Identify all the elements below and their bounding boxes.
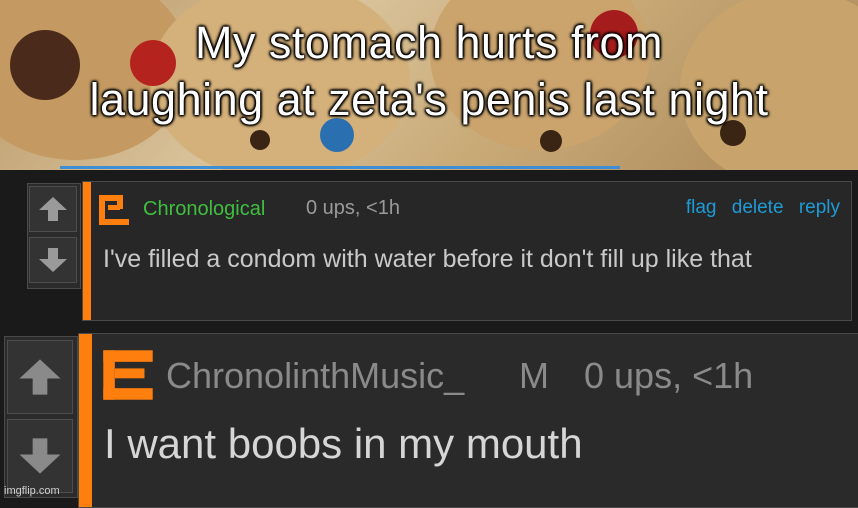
comment-text: I want boobs in my mouth [104, 420, 583, 467]
upvote-button[interactable] [7, 340, 73, 414]
comment-actions: flag delete reply [676, 197, 840, 219]
watermark: imgflip.com [4, 485, 60, 497]
delete-link[interactable]: delete [732, 197, 784, 218]
upvote-button[interactable] [29, 186, 77, 232]
comment-text: I've filled a condom with water before i… [103, 245, 752, 273]
comment-accent-bar [79, 334, 92, 507]
reply-link[interactable]: reply [799, 197, 840, 218]
comment-username[interactable]: ChronolinthMusic_ [166, 355, 464, 397]
comment-meta: 0 ups, <1h [584, 355, 754, 396]
avatar-icon[interactable] [97, 347, 159, 408]
chocolate-chip [540, 130, 562, 152]
upvote-arrow-icon [19, 359, 61, 395]
comment-username[interactable]: Chronological [143, 198, 265, 221]
upvote-arrow-icon [39, 197, 67, 221]
downvote-button[interactable] [7, 419, 73, 493]
meme-image: My stomach hurts from laughing at zeta's… [0, 0, 858, 170]
downvote-arrow-icon [39, 248, 67, 272]
meme-caption-line-1: My stomach hurts from [194, 17, 664, 68]
comment-meta: 0 ups, <1h [306, 197, 400, 219]
flag-link[interactable]: flag [686, 197, 717, 218]
avatar-icon[interactable] [96, 193, 132, 232]
downvote-arrow-icon [19, 438, 61, 474]
meme-caption-line-2: laughing at zeta's penis last night [89, 74, 769, 125]
user-gender-tag: M [519, 355, 549, 396]
comment-accent-bar [83, 182, 91, 320]
image-underline [60, 166, 620, 169]
chocolate-chip [250, 130, 270, 150]
downvote-button[interactable] [29, 237, 77, 283]
